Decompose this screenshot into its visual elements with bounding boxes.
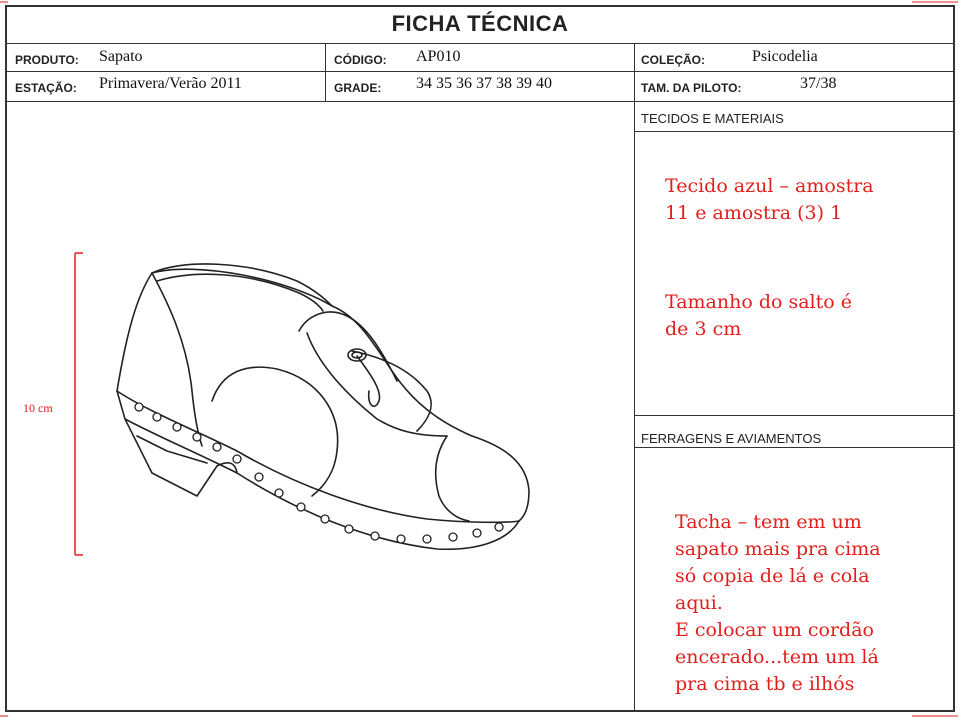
crop-marks bbox=[0, 1, 958, 717]
